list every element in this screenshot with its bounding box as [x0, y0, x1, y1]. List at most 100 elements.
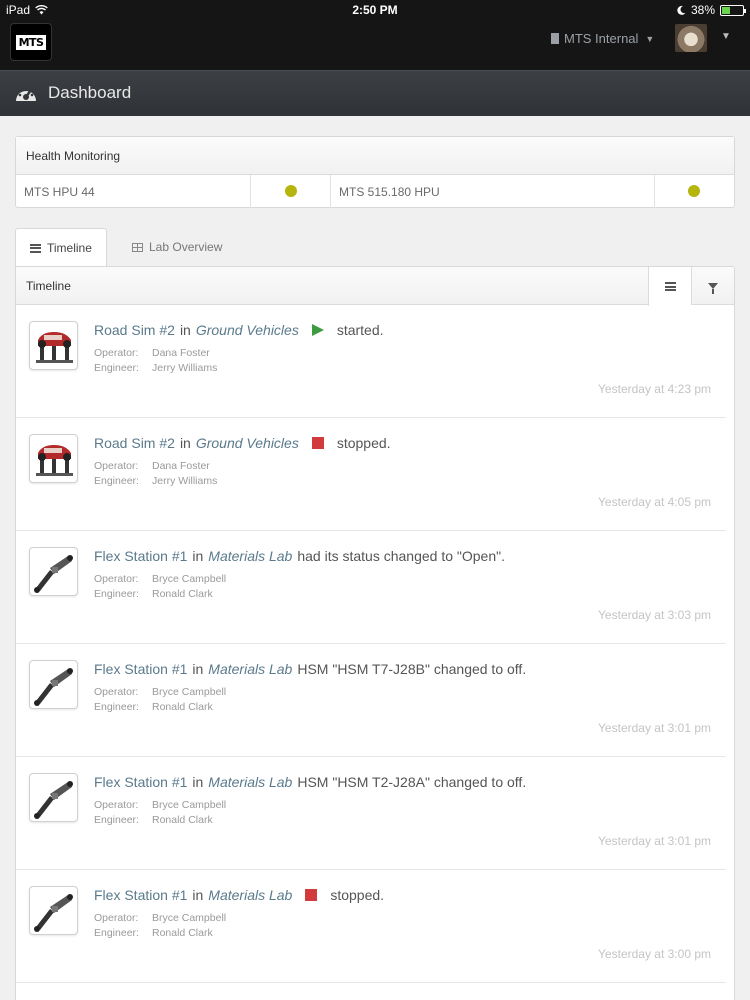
station-link[interactable]: Road Sim #2	[94, 322, 175, 338]
station-thumbnail	[29, 773, 78, 822]
entry-timestamp: Yesterday at 4:23 pm	[598, 382, 711, 396]
battery-icon	[720, 4, 746, 16]
avatar[interactable]	[675, 24, 707, 52]
health-monitoring-panel: Health Monitoring MTS HPU 44 MTS 515.180…	[15, 136, 735, 208]
operator-label: Operator:	[94, 460, 139, 472]
lab-link[interactable]: Ground Vehicles	[196, 435, 299, 451]
operator-row: Operator: Bryce Campbell	[94, 799, 226, 811]
entry-timestamp: Yesterday at 4:05 pm	[598, 495, 711, 509]
entry-timestamp: Yesterday at 3:01 pm	[598, 834, 711, 848]
lab-link[interactable]: Materials Lab	[208, 774, 292, 790]
engineer-label: Engineer:	[94, 927, 139, 939]
battery-fill	[722, 6, 730, 14]
operator-row: Operator: Bryce Campbell	[94, 573, 226, 585]
event-text: started.	[336, 322, 384, 338]
entry-message: Road Sim #2 in Ground Vehicles started.	[94, 322, 384, 338]
org-selector[interactable]: MTS Internal ▼	[551, 31, 654, 46]
engineer-name: Ronald Clark	[152, 927, 213, 939]
station-link[interactable]: Flex Station #1	[94, 661, 187, 677]
mts-logo[interactable]: MTS	[10, 23, 52, 61]
operator-name: Dana Foster	[152, 460, 210, 472]
battery-percent: 38%	[690, 3, 715, 17]
list-view-button[interactable]	[648, 267, 691, 306]
tab-label: Timeline	[47, 241, 92, 255]
lab-link[interactable]: Ground Vehicles	[196, 322, 299, 338]
event-text: stopped.	[330, 887, 385, 903]
engineer-row: Engineer: Jerry Williams	[94, 362, 217, 374]
station-link[interactable]: Flex Station #1	[94, 887, 187, 903]
health-item-name[interactable]: MTS HPU 44	[16, 175, 251, 208]
filter-icon	[708, 283, 718, 294]
entry-timestamp: Yesterday at 3:00 pm	[598, 947, 711, 961]
operator-name: Bryce Campbell	[152, 912, 227, 924]
engineer-name: Jerry Williams	[152, 475, 218, 487]
stop-icon	[305, 889, 318, 901]
timeline-entry[interactable]: Road Sim #2 in Ground Vehicles started. …	[16, 305, 726, 418]
moon-icon	[677, 5, 686, 15]
user-menu-chevron-icon[interactable]: ▼	[721, 31, 731, 42]
building-icon	[551, 33, 559, 44]
filter-button[interactable]	[691, 267, 734, 305]
status-dot-icon	[285, 185, 297, 197]
in-word: in	[192, 548, 204, 564]
tab-timeline[interactable]: Timeline	[15, 228, 107, 267]
station-link[interactable]: Flex Station #1	[94, 774, 187, 790]
event-text: had its status changed to "Open".	[297, 548, 505, 564]
station-thumbnail	[29, 547, 78, 596]
dashboard-header: Dashboard	[0, 70, 750, 116]
station-link[interactable]: Road Sim #2	[94, 435, 175, 451]
engineer-label: Engineer:	[94, 701, 139, 713]
table-icon	[132, 242, 143, 252]
status-dot-icon	[688, 185, 700, 197]
engineer-name: Ronald Clark	[152, 814, 213, 826]
engineer-label: Engineer:	[94, 814, 139, 826]
operator-label: Operator:	[94, 573, 139, 585]
timeline-header: Timeline	[16, 267, 734, 306]
timeline-title: Timeline	[26, 279, 71, 293]
chevron-down-icon: ▼	[645, 33, 655, 44]
engineer-row: Engineer: Ronald Clark	[94, 927, 213, 939]
health-item-status	[251, 175, 331, 208]
lab-link[interactable]: Materials Lab	[208, 887, 292, 903]
operator-row: Operator: Dana Foster	[94, 347, 210, 359]
operator-row: Operator: Bryce Campbell	[94, 686, 226, 698]
page-title: Dashboard	[48, 83, 132, 102]
tab-label: Lab Overview	[149, 240, 223, 254]
operator-row: Operator: Dana Foster	[94, 460, 210, 472]
stop-icon	[311, 437, 324, 449]
tab-lab-overview[interactable]: Lab Overview	[118, 228, 236, 266]
timeline-entry[interactable]: Flex Station #1 in Materials Lab had its…	[16, 531, 726, 644]
timeline-entry[interactable]: Flex Station #1 in Materials Lab stopped…	[16, 870, 726, 983]
operator-label: Operator:	[94, 686, 139, 698]
entry-message: Flex Station #1 in Materials Lab had its…	[94, 548, 505, 564]
station-link[interactable]: Flex Station #1	[94, 548, 187, 564]
engineer-row: Engineer: Ronald Clark	[94, 814, 213, 826]
operator-label: Operator:	[94, 347, 139, 359]
operator-label: Operator:	[94, 799, 139, 811]
org-name: MTS Internal	[564, 31, 639, 46]
entry-message: Flex Station #1 in Materials Lab HSM "HS…	[94, 774, 526, 790]
operator-row: Operator: Bryce Campbell	[94, 912, 226, 924]
health-item-name[interactable]: MTS 515.180 HPU	[331, 175, 655, 208]
list-icon	[664, 282, 676, 291]
timeline-panel: Timeline Road Sim #2 in Ground Vehicles …	[15, 266, 735, 1000]
entry-timestamp: Yesterday at 3:03 pm	[598, 608, 711, 622]
operator-name: Bryce Campbell	[152, 573, 227, 585]
operator-name: Dana Foster	[152, 347, 210, 359]
station-thumbnail	[29, 886, 78, 935]
timeline-entry[interactable]: Road Sim #2 in Ground Vehicles stopped. …	[16, 418, 726, 531]
lab-link[interactable]: Materials Lab	[208, 548, 292, 564]
in-word: in	[192, 774, 204, 790]
engineer-row: Engineer: Ronald Clark	[94, 701, 213, 713]
entry-message: Flex Station #1 in Materials Lab HSM "HS…	[94, 661, 526, 677]
timeline-entry[interactable]: Flex Station #1 in Materials Lab HSM "HS…	[16, 757, 726, 870]
logo-text: MTS	[15, 34, 47, 50]
status-time: 2:50 PM	[352, 3, 398, 17]
engineer-row: Engineer: Ronald Clark	[94, 588, 213, 600]
operator-label: Operator:	[94, 912, 139, 924]
lab-link[interactable]: Materials Lab	[208, 661, 292, 677]
timeline-entry[interactable]: Flex Station #1 in Materials Lab HSM "HS…	[16, 644, 726, 757]
play-icon	[311, 324, 324, 336]
engineer-label: Engineer:	[94, 362, 139, 374]
entry-message: Road Sim #2 in Ground Vehicles stopped.	[94, 435, 391, 451]
